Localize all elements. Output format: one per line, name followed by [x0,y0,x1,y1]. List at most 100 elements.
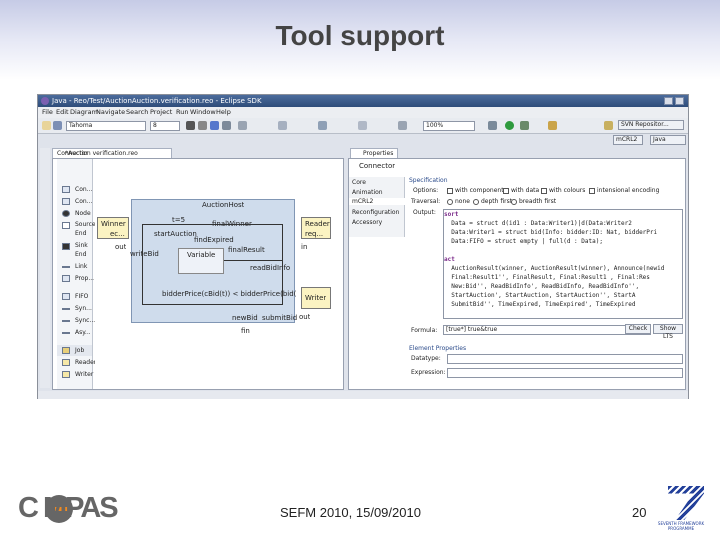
fp7-seven-icon [668,486,704,520]
checkbox-with-components[interactable] [447,188,453,194]
auction-host-box[interactable]: AuctionHost t=5 finalWinner startAuction… [130,199,297,323]
align-icon[interactable] [278,121,287,130]
checkbox-intensional[interactable] [589,188,595,194]
label-bid-condition: bidderPrice(cBid(t)) < bidderPrice(bid(.… [162,290,296,298]
font-size-select[interactable]: 8 [150,121,180,131]
new-icon[interactable] [42,121,51,130]
window-title: Java - Reo/Test/AuctionAuction.verificat… [52,97,262,105]
page-number: 20 [632,505,647,520]
debug-icon[interactable] [520,121,529,130]
menu-search[interactable]: Search [126,107,148,118]
mcrl2-button[interactable]: mCRL2 [613,135,643,145]
formula-input[interactable]: [true*] true&true [443,325,651,335]
check-button[interactable]: Check [625,324,651,334]
java-perspective-button[interactable]: Java [650,135,686,145]
minimize-button[interactable] [664,97,673,105]
code-line: Data:FIFO = struct empty | full(d : Data… [444,238,603,245]
font-color-icon[interactable] [210,121,219,130]
italic-icon[interactable] [198,121,207,130]
menu-project[interactable]: Project [150,107,172,118]
save-icon[interactable] [53,121,62,130]
menu-window[interactable]: Window [190,107,216,118]
component-reader[interactable]: Reader req... [301,217,331,239]
checkbox-with-data[interactable] [503,188,509,194]
component-winner[interactable]: Winner ec... [97,217,129,239]
label-t5: t=5 [172,216,186,224]
menu-file[interactable]: File [42,107,53,118]
open-perspective-icon[interactable] [604,121,613,130]
palette-item[interactable]: FIFO [57,291,92,302]
properties-tab[interactable]: Properties [350,148,398,158]
palette-item[interactable]: Link [57,261,92,272]
section-core[interactable]: Core [352,179,366,186]
variable-box[interactable]: Variable [178,248,224,274]
palette-item[interactable]: Sync... [57,315,95,326]
palette-item[interactable]: Prop... [57,273,94,284]
palette-item[interactable]: Con... [57,196,92,207]
menu-bar: File Edit Diagram Navigate Search Projec… [38,107,688,118]
palette-item[interactable]: Sink End [57,241,92,261]
sync-drain-icon [62,320,70,322]
component-writer[interactable]: Writer [301,287,331,309]
palette-item[interactable]: Syn... [57,303,92,314]
radio-breadth-first[interactable] [511,199,517,205]
writer-icon [62,371,70,378]
fill-color-icon[interactable] [222,121,231,130]
arrange-icon[interactable] [318,121,327,130]
grid-icon[interactable] [398,121,407,130]
code-line: sort [444,211,459,218]
source-end-icon [62,222,70,229]
palette-item[interactable]: Source End [57,220,96,240]
channel [224,260,282,261]
run-icon[interactable] [505,121,514,130]
output-label: Output: [413,209,436,216]
fp7-logo-text: SEVENTH FRAMEWORK PROGRAMME [657,521,705,531]
layout-icon[interactable] [358,121,367,130]
diagram-canvas[interactable]: Winner ec... AuctionHost t=5 finalWinner… [95,159,343,389]
section-reconfiguration[interactable]: Reconfiguration [352,209,399,216]
code-line: Final:Result1'', FinalResult, Final:Resu… [444,274,650,281]
section-animation[interactable]: Animation [352,189,383,196]
connector-icon [62,186,70,193]
label-fin: fin [241,327,250,335]
gear-icon[interactable] [488,121,497,130]
palette-item[interactable]: Con... [57,184,92,195]
show-lts-button[interactable]: Show LTS [653,324,683,340]
palette-section-job[interactable]: Job [57,345,92,356]
menu-navigate[interactable]: Navigate [96,107,125,118]
section-mcrl2[interactable]: mCRL2 [349,198,405,205]
label-out-2: out [115,243,127,251]
palette-item[interactable]: Asy... [57,327,92,338]
search-icon[interactable] [548,121,557,130]
section-accessory[interactable]: Accessory [352,219,382,226]
palette-item[interactable]: Writer [57,369,93,380]
label-read-bid-info: readBidInfo [250,264,291,272]
palette-item[interactable]: Reader [57,357,96,368]
line-color-icon[interactable] [238,121,247,130]
palette-item[interactable]: Node [57,208,92,219]
expression-input[interactable] [447,368,683,378]
radio-depth-first[interactable] [473,199,479,205]
channel [142,224,282,225]
footer-text: SEFM 2010, 15/09/2010 [280,505,421,520]
menu-help[interactable]: Help [216,107,231,118]
eclipse-screenshot: Java - Reo/Test/AuctionAuction.verificat… [37,94,689,399]
font-select[interactable]: Tahoma [66,121,146,131]
menu-edit[interactable]: Edit [56,107,69,118]
left-trim [40,148,50,388]
properties-header: Connector [359,162,396,170]
ec-label: ec... [110,230,125,238]
output-textarea[interactable]: sort Data = struct d(id1 : Data:Writer1)… [443,209,683,319]
datatype-input[interactable] [447,354,683,364]
slide: Tool support Java - Reo/Test/AuctionAuct… [0,0,720,540]
checkbox-with-colours[interactable] [541,188,547,194]
property-icon [62,275,70,282]
bold-icon[interactable] [186,121,195,130]
menu-diagram[interactable]: Diagram [70,107,98,118]
menu-run[interactable]: Run [176,107,188,118]
zoom-select[interactable]: 100% [423,121,475,131]
radio-none[interactable] [447,199,453,205]
maximize-button[interactable] [675,97,684,105]
svn-repositories-button[interactable]: SVN Repositor... [618,120,684,130]
label-in: in [301,243,308,251]
